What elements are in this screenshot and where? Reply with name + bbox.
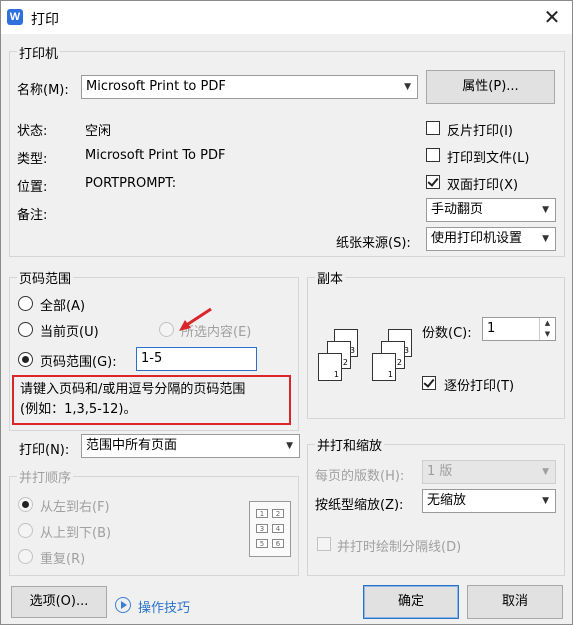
chevron-down-icon: ▼ [542,467,549,477]
duplex-label[interactable]: 双面打印(X) [447,174,518,193]
scale-value: 无缩放 [427,493,467,508]
print-to-file-label[interactable]: 打印到文件(L) [447,147,529,166]
cancel-button[interactable]: 取消 [467,585,563,619]
selection-radio[interactable] [159,322,174,337]
play-circle-icon[interactable] [115,597,131,613]
zoom-group-title: 并打和缩放 [315,435,385,454]
properties-button[interactable]: 属性(P)... [426,70,555,104]
copies-count-input[interactable]: 1 ▲ ▼ [482,317,556,341]
printer-name-select[interactable]: Microsoft Print to PDF ▼ [81,75,418,99]
chevron-down-icon: ▼ [542,205,549,215]
print-order-group-title: 并打顺序 [17,467,74,486]
scale-label: 按纸型缩放(Z): [315,498,404,513]
reverse-print-checkbox[interactable] [426,121,440,135]
order-tile: 5 [256,539,268,548]
tips-link[interactable]: 操作技巧 [138,597,190,616]
left-to-right-radio[interactable] [18,497,33,512]
page-range-group-title: 页码范围 [17,268,74,287]
scale-select[interactable]: 无缩放 ▼ [422,489,556,513]
comment-label: 备注: [17,208,48,223]
repeat-radio[interactable] [18,549,33,564]
page-range-radio[interactable] [18,352,33,367]
top-to-bottom-radio[interactable] [18,523,33,538]
page-range-input[interactable]: 1-5 [136,347,257,371]
ok-button[interactable]: 确定 [363,585,459,619]
page-stack-icon: 1 [318,353,342,381]
draw-borders-checkbox[interactable] [317,537,331,551]
red-arrow-annotation [179,307,212,331]
print-dialog: W 打印 ✕ 打印机 名称(M): Microsoft Print to PDF… [0,0,573,625]
duplex-mode-select[interactable]: 手动翻页 ▼ [426,198,556,222]
printer-group-title: 打印机 [17,43,61,62]
page-stack-icon: 1 [372,353,396,381]
type-label: 类型: [17,152,48,167]
current-page-label[interactable]: 当前页(U) [40,321,99,340]
copies-group-title: 副本 [315,268,346,287]
print-what-label: 打印(N): [19,443,70,458]
draw-borders-label[interactable]: 并打时绘制分隔线(D) [337,536,461,555]
pages-per-sheet-label: 每页的版数(H): [315,469,405,484]
pages-per-sheet-value: 1 版 [427,464,453,479]
duplex-mode-value: 手动翻页 [431,202,484,217]
status-value: 空闲 [85,124,112,139]
spinner-arrows-icon[interactable]: ▲ ▼ [539,318,555,340]
copies-count-value: 1 [487,321,496,336]
current-page-radio[interactable] [18,322,33,337]
order-tile: 3 [256,524,268,533]
printer-name-value: Microsoft Print to PDF [86,79,226,94]
all-pages-label[interactable]: 全部(A) [40,295,85,314]
order-tile: 4 [272,524,284,533]
collate-label[interactable]: 逐份打印(T) [444,375,514,394]
chevron-down-icon: ▼ [286,441,293,451]
chevron-down-icon: ▼ [404,82,411,92]
page-range-label[interactable]: 页码范围(G): [40,351,117,370]
duplex-checkbox[interactable] [426,175,440,189]
order-tile: 6 [272,539,284,548]
print-what-select[interactable]: 范围中所有页面 ▼ [81,434,300,458]
type-value: Microsoft Print To PDF [85,148,226,163]
reverse-print-label[interactable]: 反片打印(I) [447,120,513,139]
wps-writer-icon: W [7,9,23,25]
location-value: PORTPROMPT: [85,176,177,191]
left-to-right-label[interactable]: 从左到右(F) [40,496,110,515]
paper-source-value: 使用打印机设置 [431,231,523,246]
chevron-down-icon: ▼ [542,234,549,244]
paper-source-label: 纸张来源(S): [336,236,411,251]
location-label: 位置: [17,180,48,195]
top-to-bottom-label[interactable]: 从上到下(B) [40,522,111,541]
title-bar: W 打印 ✕ [1,1,572,34]
pages-per-sheet-select[interactable]: 1 版 ▼ [422,460,556,484]
order-tile: 1 [256,509,268,518]
page-range-hint: 请键入页码和/或用逗号分隔的页码范围 (例如：1,3,5-12)。 [12,375,291,425]
close-icon[interactable]: ✕ [538,5,566,29]
printer-name-label: 名称(M): [17,83,69,98]
options-button[interactable]: 选项(O)... [11,586,107,618]
status-label: 状态: [17,124,48,139]
copies-count-label: 份数(C): [422,326,472,341]
order-tile: 2 [272,509,284,518]
page-order-preview-icon: 1 2 3 4 5 6 [249,501,291,557]
window-title: 打印 [31,12,59,28]
repeat-label[interactable]: 重复(R) [40,548,85,567]
all-pages-radio[interactable] [18,296,33,311]
collate-checkbox[interactable] [422,376,436,390]
print-to-file-checkbox[interactable] [426,148,440,162]
chevron-down-icon: ▼ [542,496,549,506]
paper-source-select[interactable]: 使用打印机设置 ▼ [426,227,556,251]
print-what-value: 范围中所有页面 [86,438,178,453]
